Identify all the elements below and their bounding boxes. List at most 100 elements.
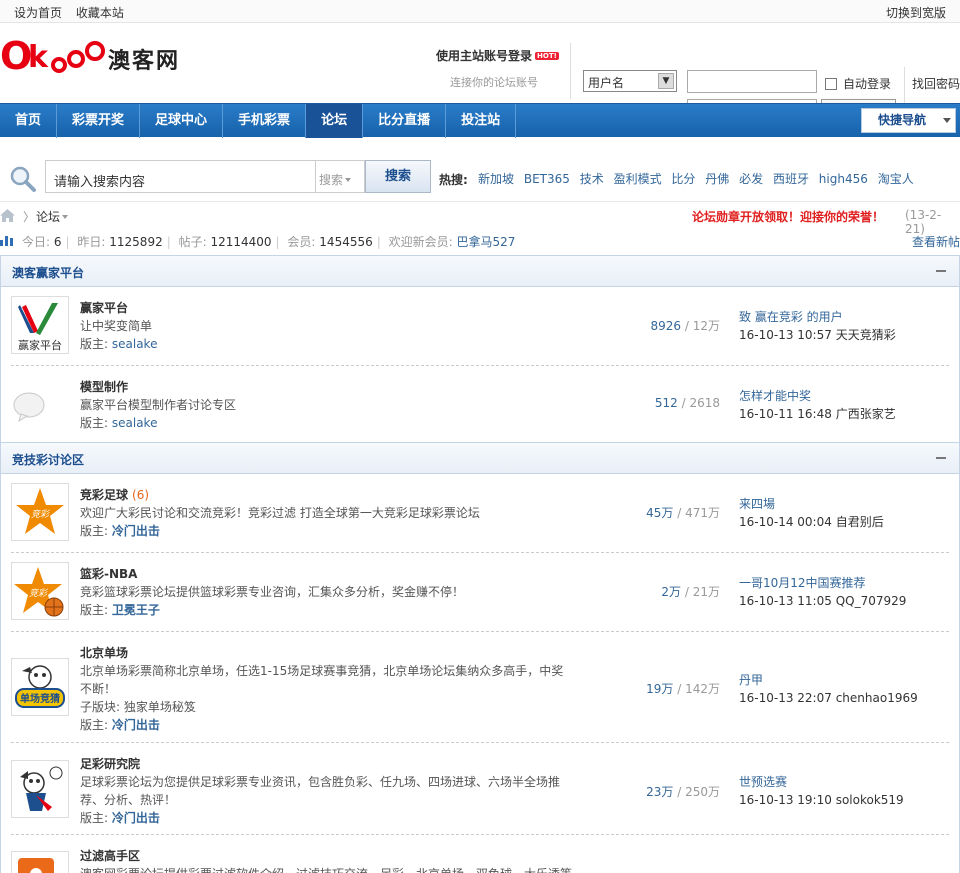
subforum-link[interactable]: 独家单场秘笈 [124,700,196,714]
hot-term[interactable]: 盈利模式 [614,172,662,186]
forum-desc: 澳客网彩票论坛提供彩票过滤软件介绍，过滤技巧交流，足彩、北京单场、双色球、大乐透… [80,865,600,873]
forum-stats: 今日: 6 | 昨日: 1125892 | 帖子: 12114400 | 会员: 14… [0,231,960,251]
forum-name[interactable]: 篮彩-NBA [80,565,137,582]
last-post-title[interactable]: 丹甲 [739,671,918,689]
forum-row: 单场竞猜 北京单场 北京单场彩票简称北京单场，任选1-15场足球赛事竞猜，北京单… [11,632,949,743]
section-header[interactable]: 澳客赢家平台 [1,255,959,287]
thread-count: 2万 [661,585,682,599]
hot-term[interactable]: 西班牙 [773,172,809,186]
subforum-label: 子版块: [80,700,121,714]
collapse-icon[interactable] [936,270,946,272]
last-post-title[interactable]: 来四場 [739,495,884,513]
nav-live-scores[interactable]: 比分直播 [363,104,447,138]
last-post-user[interactable]: QQ_707929 [836,594,907,608]
forum-stats-count: 8926 / 12万 [650,319,721,333]
forum-desc: 足球彩票论坛为您提供足球彩票专业资讯，包含胜负彩、任九场、四场进球、六场半全场推… [80,775,561,807]
last-post-user[interactable]: 天天竞猜彩 [836,328,896,342]
moderator-link[interactable]: sealake [112,337,158,351]
moderator-link[interactable]: 冷门出击 [112,811,160,825]
last-post-user[interactable]: chenhao1969 [836,691,918,705]
danchang-mascot-icon[interactable]: 单场竞猜 [11,658,69,716]
forum-name[interactable]: 足彩研究院 [80,755,140,772]
site-logo[interactable]: O k 澳客网 [0,35,190,79]
remember-checkbox[interactable] [825,78,837,90]
speech-bubble-icon[interactable] [11,375,69,433]
football-mascot-icon[interactable] [11,760,69,818]
hot-term[interactable]: 技术 [580,172,604,186]
quick-nav-button[interactable]: 快捷导航 [861,108,956,133]
remember-login[interactable]: 自动登录 [825,75,891,92]
switch-width-link[interactable]: 切换到宽版 [886,4,946,21]
breadcrumb: 〉 论坛 论坛勋章开放领取！迎接你的荣誉！ (13-2-21) [0,207,960,236]
thread-count: 23万 [646,785,674,799]
breadcrumb-label: 论坛 [36,210,61,224]
post-count: 250万 [685,785,720,799]
search-input[interactable]: 请输入搜索内容 [45,160,316,193]
username-type-select[interactable]: 用户名 ▼ [583,70,677,92]
forum-name[interactable]: 竞彩足球 (6) [80,486,149,503]
forum-section: 竞技彩讨论区 竞彩 竞彩足球 (6) 欢迎广大彩民讨论和交流竞彩！竞彩过滤 打造全… [0,442,960,873]
winner-platform-logo[interactable]: 赢家平台 [11,296,69,354]
username-input[interactable] [687,70,817,93]
last-post-user[interactable]: solokok519 [836,793,904,807]
hot-term[interactable]: BET365 [524,172,570,186]
new-member-link[interactable]: 巴拿马527 [457,235,516,249]
forum-stats-count: 2万 / 21万 [661,585,720,599]
stat-yesterday: 1125892 [109,235,163,249]
hot-term[interactable]: high456 [819,172,868,186]
last-post-title[interactable]: 怎样才能中奖 [739,387,896,405]
nav-football-center[interactable]: 足球中心 [140,104,224,138]
forum-name[interactable]: 模型制作 [80,378,128,395]
last-post-title[interactable]: 世预选赛 [739,773,904,791]
filter-expert-icon[interactable] [11,851,69,873]
main-nav: 首页 彩票开奖 足球中心 手机彩票 论坛 比分直播 投注站 快捷导航 [0,103,960,138]
set-home-link[interactable]: 设为首页 [14,6,62,20]
section-title[interactable]: 竞技彩讨论区 [12,451,84,468]
nav-mobile-lottery[interactable]: 手机彩票 [223,104,307,138]
basketball-star-icon[interactable]: 竞彩 [11,562,69,620]
jingcai-star-icon[interactable]: 竞彩 [11,483,69,541]
breadcrumb-current[interactable]: 论坛 [36,208,69,225]
last-post-title[interactable]: 致 赢在竞彩 的用户 [739,308,896,326]
hot-term[interactable]: 比分 [671,172,695,186]
find-password-link[interactable]: 找回密码 [912,75,960,92]
moderator-link[interactable]: 冷门出击 [112,524,160,538]
moderator-link[interactable]: sealake [112,416,158,430]
forum-notice[interactable]: 论坛勋章开放领取！迎接你的荣誉！ [692,208,884,225]
search-type-select[interactable]: 搜索 [315,160,365,193]
thread-count: 512 [654,396,678,410]
section-title[interactable]: 澳客赢家平台 [12,264,84,281]
nav-lottery-results[interactable]: 彩票开奖 [57,104,141,138]
header: O k 澳客网 使用主站账号登录HOT! 连接你的论坛账号 用户名 ▼ 密码 自… [0,23,960,125]
site-login-link[interactable]: 使用主站账号登录 [436,49,532,63]
thread-count: 19万 [646,682,674,696]
forum-desc: 竞彩篮球彩票论坛提供篮球彩票专业咨询，汇集众多分析，奖金赚不停！ [80,585,465,599]
forum-name[interactable]: 赢家平台 [80,299,128,316]
home-icon[interactable] [0,209,15,222]
hot-term[interactable]: 新加坡 [478,172,514,186]
connect-forum-link[interactable]: 连接你的论坛账号 [436,74,566,90]
nav-forum[interactable]: 论坛 [306,104,364,138]
favorite-link[interactable]: 收藏本站 [76,6,124,20]
moderator-link[interactable]: 卫冕王子 [112,603,160,617]
last-post-title[interactable]: 一哥10月12中国赛推荐 [739,574,906,592]
search-button[interactable]: 搜索 [365,160,431,193]
hot-term[interactable]: 淘宝人 [878,172,914,186]
thread-count: 8926 [650,319,682,333]
last-post-user[interactable]: 自君别后 [836,515,884,529]
post-count: 12万 [692,319,720,333]
moderator-label: 版主: [80,603,109,617]
section-header[interactable]: 竞技彩讨论区 [1,442,959,474]
hot-term[interactable]: 必发 [739,172,763,186]
view-new-posts-link[interactable]: 查看新帖 [912,233,960,250]
forum-name[interactable]: 过滤高手区 [80,847,140,864]
nav-home[interactable]: 首页 [0,104,58,138]
forum-name[interactable]: 北京单场 [80,644,128,661]
last-post-user[interactable]: 广西张家艺 [836,407,896,421]
nav-betting-stations[interactable]: 投注站 [446,104,517,138]
moderator-link[interactable]: 冷门出击 [112,718,160,732]
winner-platform-icon: 赢家平台 [18,303,62,352]
last-post-time: 16-10-13 11:05 [739,594,832,608]
hot-term[interactable]: 丹佛 [705,172,729,186]
collapse-icon[interactable] [936,457,946,459]
